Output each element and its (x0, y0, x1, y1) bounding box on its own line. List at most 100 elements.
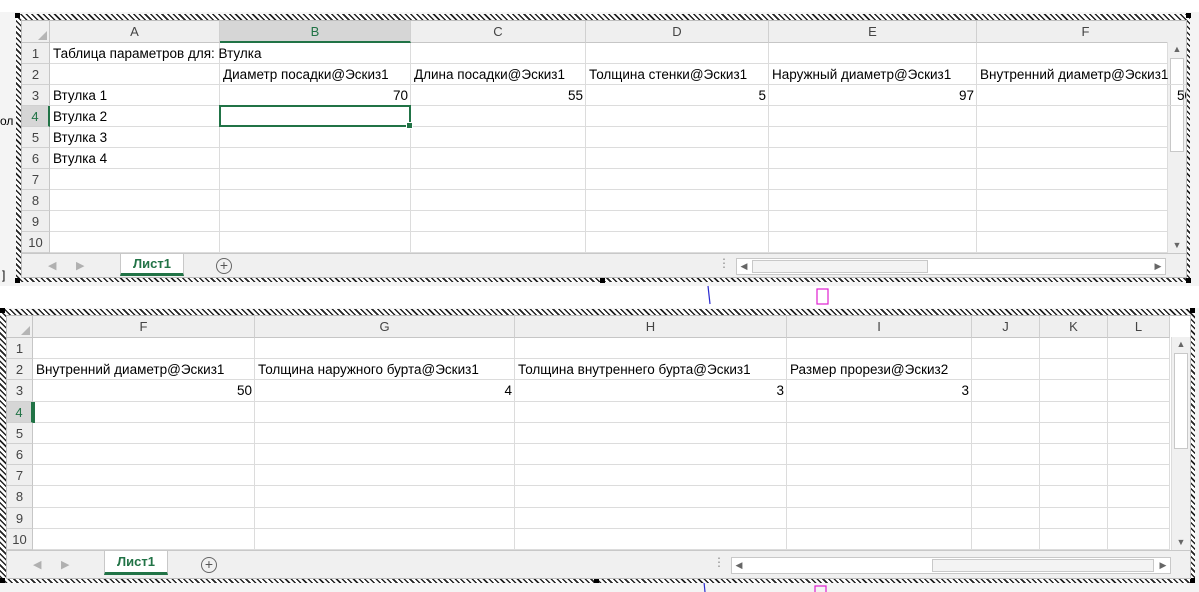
bottom_sheet-cell[interactable] (255, 338, 515, 360)
top_sheet-row-header-10[interactable]: 10 (22, 232, 50, 253)
top_sheet-column-header-f[interactable]: F (977, 21, 1186, 43)
top_sheet-cell[interactable] (411, 190, 586, 211)
bottom-scroll-down-arrow[interactable]: ▼ (1174, 535, 1188, 549)
bottom_sheet-cell[interactable] (33, 422, 255, 444)
top_sheet-cell[interactable] (586, 43, 769, 64)
bottom_sheet-cell-h2[interactable]: Толщина внутреннего бурта@Эскиз1 (515, 359, 787, 381)
bottom_sheet-cell[interactable] (33, 444, 255, 466)
bottom-horizontal-scrollbar[interactable]: ◀ ▶ (731, 557, 1171, 574)
top-frame-handle-bl[interactable] (15, 278, 20, 283)
top-sheet-tab-list1[interactable]: Лист1 (120, 254, 184, 276)
bottom_sheet-cell-i2[interactable]: Размер прорези@Эскиз2 (787, 359, 972, 381)
top_sheet-row-header-1[interactable]: 1 (22, 43, 50, 64)
bottom_sheet-cell[interactable] (972, 528, 1040, 550)
top-scroll-down-arrow[interactable]: ▼ (1170, 238, 1184, 252)
bottom-sheet-tab-list1[interactable]: Лист1 (104, 551, 168, 575)
top-hscroll-thumb[interactable] (752, 260, 928, 273)
top_sheet-cell[interactable] (977, 232, 1186, 253)
bottom_sheet-cell[interactable] (515, 422, 787, 444)
bottom_sheet-cell[interactable] (1040, 380, 1108, 402)
top_sheet-cell[interactable] (411, 106, 586, 127)
bottom-scroll-thumb[interactable] (1174, 353, 1188, 449)
bottom_sheet-cell[interactable] (1108, 401, 1170, 423)
top_sheet-cell[interactable] (220, 232, 411, 253)
top_sheet-cell[interactable] (586, 190, 769, 211)
bottom_sheet-cell[interactable] (255, 528, 515, 550)
bottom_sheet-cell[interactable] (1040, 338, 1108, 360)
bottom_sheet-cell[interactable] (787, 528, 972, 550)
bottom_sheet-cell[interactable] (972, 422, 1040, 444)
bottom-frame-handle-tr[interactable] (1190, 308, 1195, 313)
top_sheet-cell[interactable] (411, 127, 586, 148)
bottom_sheet-column-header-g[interactable]: G (255, 316, 515, 338)
bottom_sheet-cell[interactable] (787, 444, 972, 466)
bottom_sheet-cell[interactable] (255, 507, 515, 529)
bottom_sheet-cell[interactable] (33, 486, 255, 508)
top-frame-handle-br[interactable] (1186, 278, 1191, 283)
top_sheet-cell[interactable] (50, 64, 220, 85)
top-sheet-window[interactable]: A B C D E F 1 2 3 4 5 6 7 8 9 10 Таблица параметров для:… (21, 20, 1187, 278)
top_sheet-cell[interactable] (411, 211, 586, 232)
top_sheet-cell[interactable] (586, 106, 769, 127)
bottom_sheet-cell[interactable] (1108, 507, 1170, 529)
top_sheet-cell[interactable] (50, 232, 220, 253)
top_sheet-column-header-a[interactable]: A (50, 21, 220, 43)
top_sheet-cell[interactable] (769, 43, 977, 64)
top_sheet-cell[interactable] (769, 106, 977, 127)
bottom_sheet-cell[interactable] (33, 465, 255, 487)
bottom_sheet-row-header-1[interactable]: 1 (7, 338, 33, 360)
bottom_sheet-cell[interactable] (787, 338, 972, 360)
top_sheet-cell-c3[interactable]: 55 (411, 85, 586, 106)
top_sheet-row-header-5[interactable]: 5 (22, 127, 50, 148)
bottom_sheet-column-header-k[interactable]: K (1040, 316, 1108, 338)
bottom_sheet-cell[interactable] (515, 338, 787, 360)
top_sheet-cell-f2[interactable]: Внутренний диаметр@Эскиз1 (977, 64, 1186, 85)
top_sheet-cell-c2[interactable]: Длина посадки@Эскиз1 (411, 64, 586, 85)
bottom_sheet-cell[interactable] (972, 465, 1040, 487)
top_sheet-cell-a5[interactable]: Втулка 3 (50, 127, 220, 148)
top_sheet-cell[interactable] (50, 190, 220, 211)
bottom_sheet-row-header-8[interactable]: 8 (7, 486, 33, 508)
bottom_sheet-cell[interactable] (1040, 401, 1108, 423)
bottom-scroll-right-arrow[interactable]: ▶ (1156, 558, 1170, 572)
top_sheet-cell[interactable] (50, 211, 220, 232)
bottom_sheet-cell[interactable] (1108, 528, 1170, 550)
top-frame-handle-tl[interactable] (15, 13, 20, 18)
top_sheet-cell-a1[interactable]: Таблица параметров для: Втулка (50, 43, 261, 64)
bottom_sheet-cell[interactable] (787, 465, 972, 487)
top_sheet-cell[interactable] (411, 169, 586, 190)
top_sheet-cell[interactable] (586, 211, 769, 232)
top_sheet-cell[interactable] (977, 127, 1186, 148)
top_sheet-cell[interactable] (586, 232, 769, 253)
bottom_sheet-cell[interactable] (255, 486, 515, 508)
top_sheet-cell-a4[interactable]: Втулка 2 (50, 106, 220, 127)
top_sheet-cell-a6[interactable]: Втулка 4 (50, 148, 220, 169)
bottom_sheet-row-header-3[interactable]: 3 (7, 380, 33, 402)
bottom_sheet-cell[interactable] (1040, 486, 1108, 508)
bottom_sheet-cell[interactable] (515, 507, 787, 529)
bottom_sheet-cell[interactable] (972, 338, 1040, 360)
top_sheet-active-cell[interactable] (219, 105, 413, 129)
top_sheet-cell-e3[interactable]: 97 (769, 85, 977, 106)
bottom_sheet-cell[interactable] (1040, 359, 1108, 381)
top_sheet-cell[interactable] (220, 211, 411, 232)
bottom_sheet-cell[interactable] (255, 401, 515, 423)
bottom_sheet-select-all-corner[interactable] (7, 316, 33, 338)
bottom_sheet-cell[interactable] (515, 486, 787, 508)
bottom_sheet-cell[interactable] (972, 359, 1040, 381)
bottom_sheet-row-header-7[interactable]: 7 (7, 465, 33, 487)
top_sheet-cell[interactable] (977, 190, 1186, 211)
top_sheet-row-header-8[interactable]: 8 (22, 190, 50, 211)
top_sheet-row-header-3[interactable]: 3 (22, 85, 50, 106)
top_sheet-row-header-4[interactable]: 4 (22, 106, 50, 127)
bottom_sheet-cell[interactable] (1040, 444, 1108, 466)
bottom_sheet-column-header-h[interactable]: H (515, 316, 787, 338)
top_sheet-cell-b2[interactable]: Диаметр посадки@Эскиз1 (220, 64, 411, 85)
bottom-scroll-up-arrow[interactable]: ▲ (1174, 337, 1188, 351)
bottom_sheet-cell[interactable] (515, 444, 787, 466)
top_sheet-cell[interactable] (977, 169, 1186, 190)
bottom_sheet-cell[interactable] (255, 465, 515, 487)
bottom-next-sheet-arrow[interactable]: ▶ (61, 558, 69, 571)
bottom-frame-handle-bl[interactable] (0, 578, 5, 583)
top-frame-handle-tr[interactable] (1186, 13, 1191, 18)
